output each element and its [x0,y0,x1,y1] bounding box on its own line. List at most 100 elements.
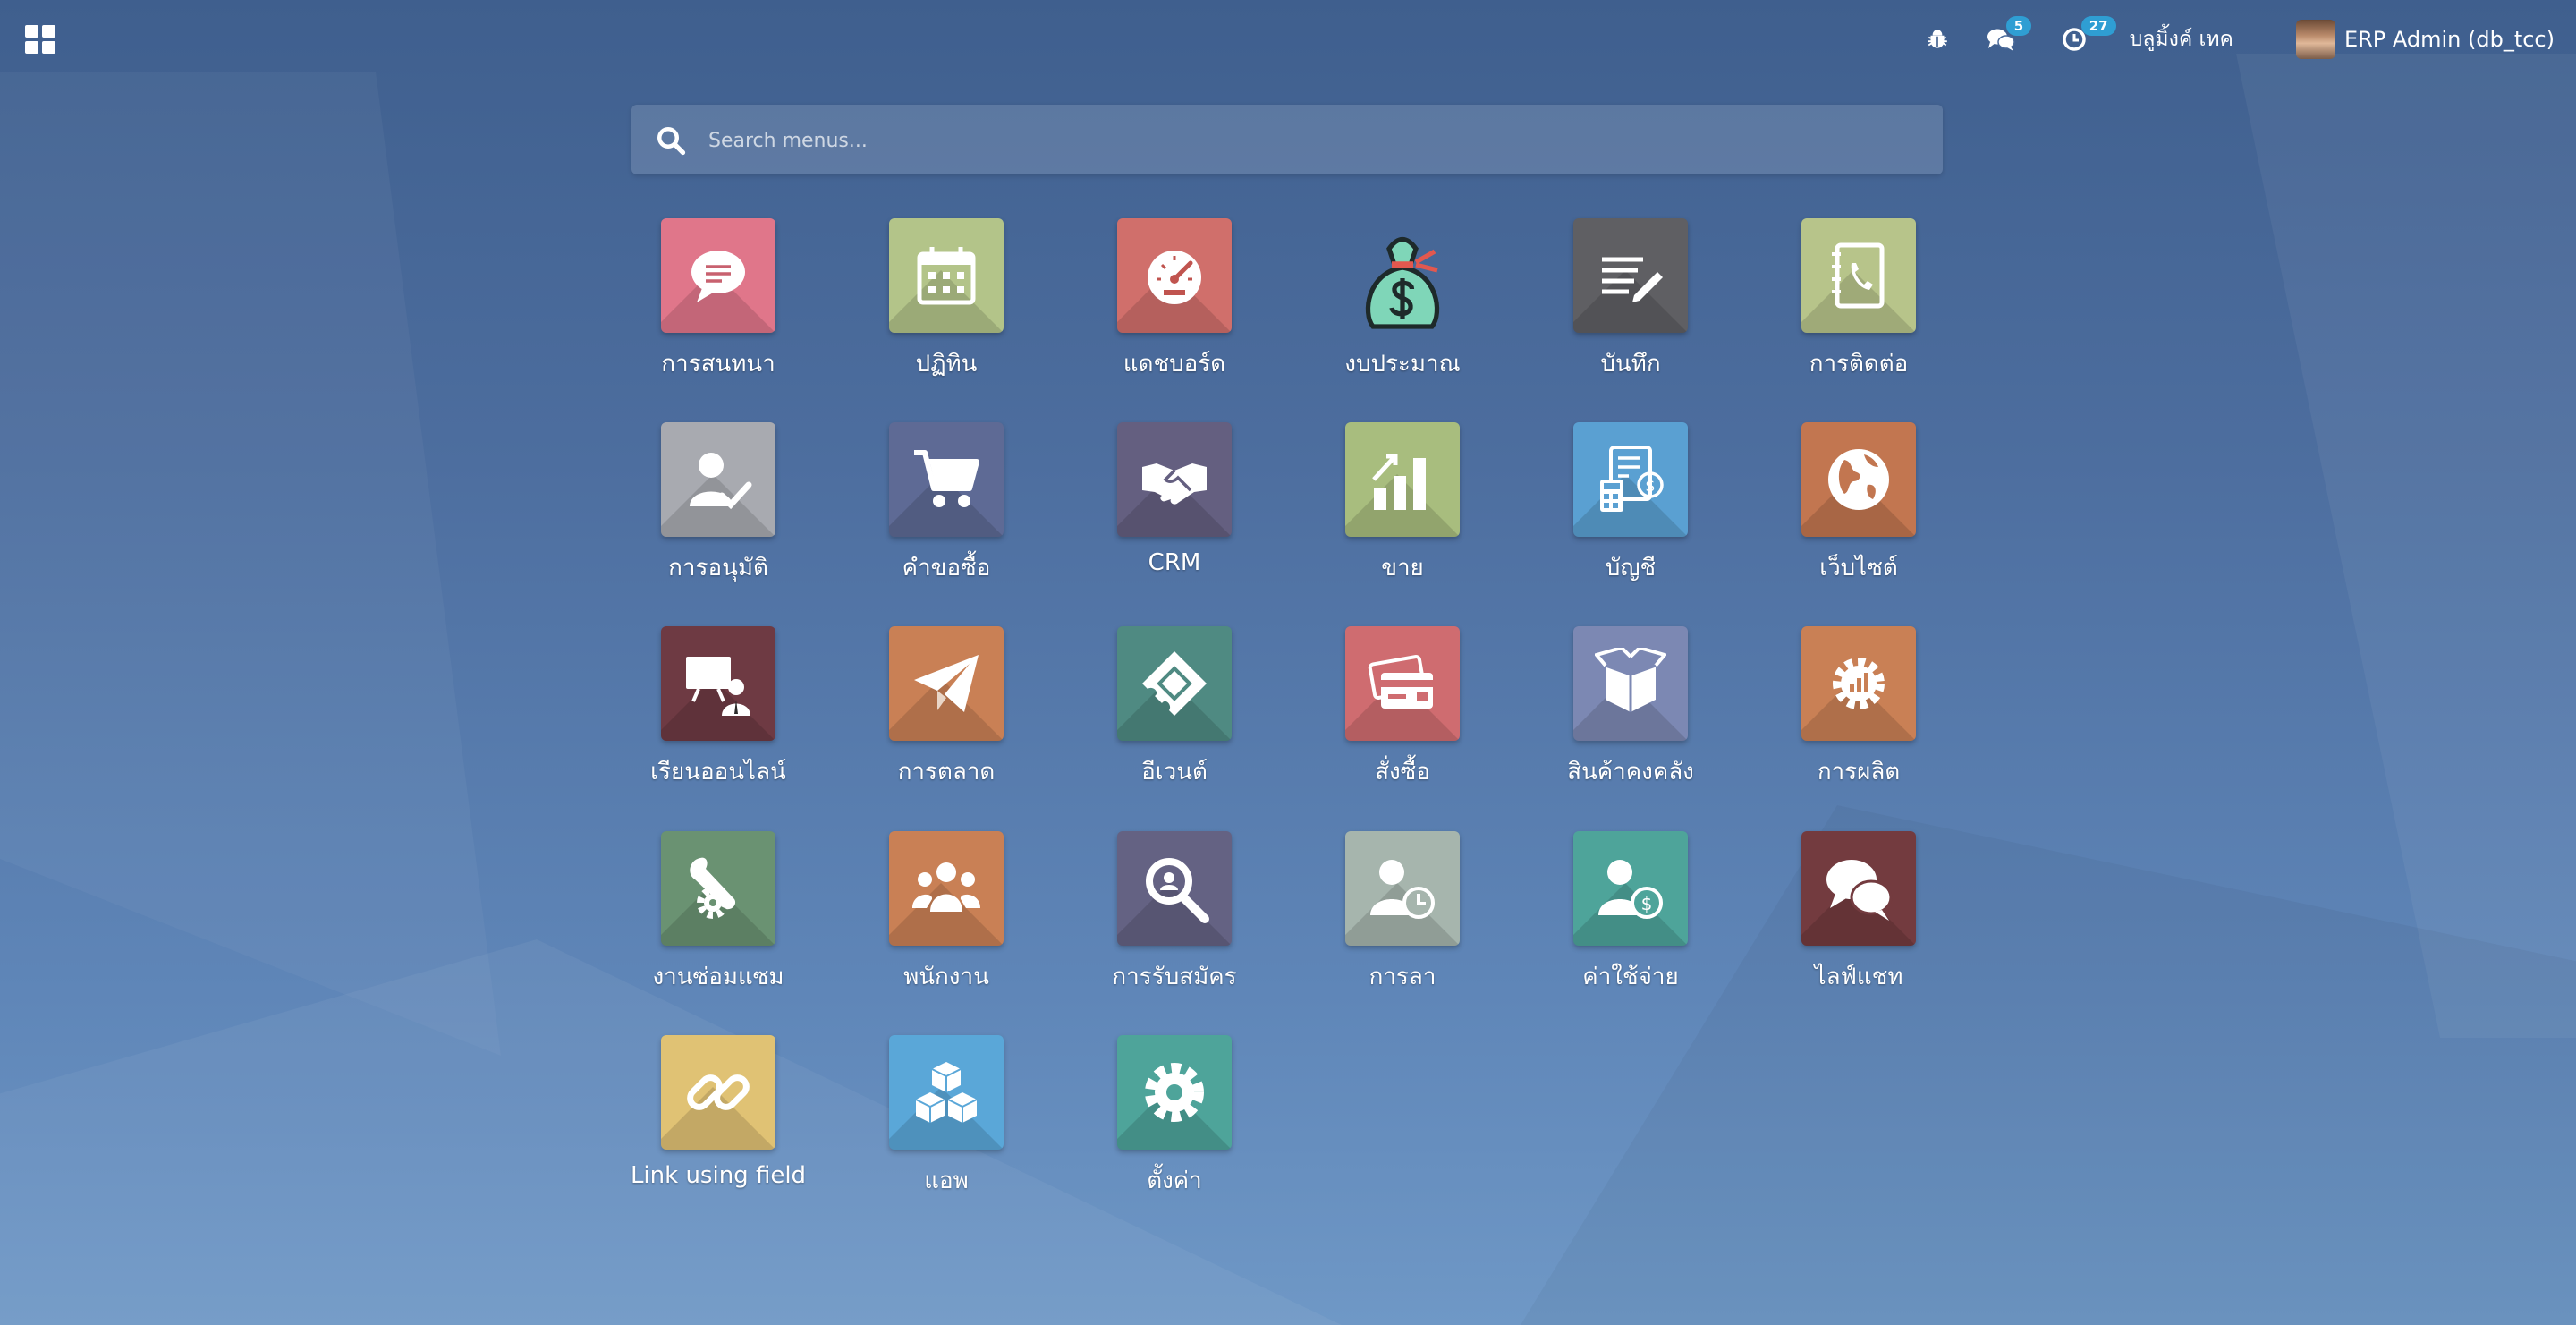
app-gear-chart[interactable]: การผลิต [1769,623,1948,811]
app-chat-bubble[interactable]: การสนทนา [629,215,808,403]
chat-bubble-icon [661,218,775,333]
link-icon [661,1035,775,1150]
money-bag-icon [1345,218,1460,333]
team-icon [889,831,1004,946]
app-gauge[interactable]: แดชบอร์ด [1085,215,1264,403]
wrench-gear-icon [661,831,775,946]
background-shape [0,72,501,1056]
paper-plane-icon [889,626,1004,741]
app-label: อีเวนต์ [1141,759,1208,786]
app-paper-plane[interactable]: การตลาด [857,623,1036,811]
contact-book-icon [1801,218,1916,333]
app-label: เว็บไซต์ [1819,555,1898,582]
app-credit-card[interactable]: สั่งซื้อ [1313,623,1492,811]
messages-count-badge: 5 [2005,16,2032,36]
search-icon [657,127,686,156]
gauge-icon [1117,218,1232,333]
magnifier-icon [1117,831,1232,946]
app-label: ไลฟ์แชท [1814,964,1903,990]
app-sales-chart[interactable]: ขาย [1313,419,1492,607]
app-label: ตั้งค่า [1147,1168,1202,1194]
app-open-box[interactable]: สินค้าคงคลัง [1541,623,1720,811]
top-navbar: 5 27 บลูมิ้งค์ เทค ERP Admin (db_tcc) [0,0,2576,79]
ticket-icon [1117,626,1232,741]
app-money-bag[interactable]: งบประมาณ [1313,215,1492,403]
app-user-clock[interactable]: การลา [1313,828,1492,1015]
open-box-icon [1573,626,1688,741]
sales-chart-icon [1345,422,1460,537]
company-switcher[interactable]: บลูมิ้งค์ เทค [2130,23,2233,55]
app-menu-grid-icon[interactable] [25,25,55,54]
app-team[interactable]: พนักงาน [857,828,1036,1015]
svg-text:$: $ [1645,477,1655,496]
app-label: การผลิต [1817,759,1901,786]
app-label: Link using field [630,1162,807,1189]
app-magnifier[interactable]: การรับสมัคร [1085,828,1264,1015]
app-user-dollar[interactable]: $ ค่าใช้จ่าย [1541,828,1720,1015]
app-label: แดชบอร์ด [1123,351,1226,378]
app-user-check[interactable]: การอนุมัติ [629,419,808,607]
globe-icon [1801,422,1916,537]
app-label: บันทึก [1600,351,1661,378]
app-cart[interactable]: คำขอซื้อ [857,419,1036,607]
messages-menu[interactable]: 5 [1987,16,2032,52]
app-label: คำขอซื้อ [902,555,991,582]
chat-bubbles-icon [1801,831,1916,946]
app-calendar[interactable]: ปฏิทิน [857,215,1036,403]
app-label: การอนุมัติ [668,555,768,582]
user-name: ERP Admin (db_tcc) [2343,27,2555,52]
user-clock-icon [1345,831,1460,946]
app-label: ขาย [1381,555,1424,582]
credit-card-icon [1345,626,1460,741]
activities-count-badge: 27 [2080,16,2116,36]
app-label: สินค้าคงคลัง [1567,759,1694,786]
app-label: ปฏิทิน [915,351,978,378]
app-label: เรียนออนไลน์ [650,759,786,786]
gear-chart-icon [1801,626,1916,741]
app-label: พนักงาน [903,964,989,990]
app-label: งบประมาณ [1344,351,1461,378]
user-dollar-icon: $ [1573,831,1688,946]
app-presentation[interactable]: เรียนออนไลน์ [629,623,808,811]
app-label: บัญชี [1605,555,1657,582]
calendar-icon [889,218,1004,333]
search-bar [631,105,1943,176]
avatar [2295,20,2335,59]
app-wrench-gear[interactable]: งานซ่อมแซม [629,828,808,1015]
app-handshake[interactable]: CRM [1085,419,1264,607]
app-link[interactable]: Link using field [629,1032,808,1219]
app-label: การติดต่อ [1809,351,1909,378]
app-note-pencil[interactable]: บันทึก [1541,215,1720,403]
user-menu[interactable]: ERP Admin (db_tcc) [2295,20,2555,59]
app-gear[interactable]: ตั้งค่า [1085,1032,1264,1219]
app-label: การลา [1368,964,1436,990]
cubes-icon [889,1035,1004,1150]
search-input[interactable] [707,105,1927,176]
invoice-calculator-icon: $ [1573,422,1688,537]
activities-menu[interactable]: 27 [2062,16,2116,52]
app-label: การสนทนา [661,351,775,378]
app-invoice-calculator[interactable]: $ บัญชี [1541,419,1720,607]
app-label: การรับสมัคร [1112,964,1237,990]
svg-text:$: $ [1641,893,1653,914]
handshake-icon [1117,422,1232,537]
app-label: งานซ่อมแซม [652,964,784,990]
app-chat-bubbles[interactable]: ไลฟ์แชท [1769,828,1948,1015]
note-pencil-icon [1573,218,1688,333]
gear-icon [1117,1035,1232,1150]
app-contact-book[interactable]: การติดต่อ [1769,215,1948,403]
app-label: ค่าใช้จ่าย [1582,964,1679,990]
cart-icon [889,422,1004,537]
app-label: สั่งซื้อ [1375,759,1430,786]
app-globe[interactable]: เว็บไซต์ [1769,419,1948,607]
user-check-icon [661,422,775,537]
background-shape [2236,54,2576,1038]
app-label: CRM [1148,549,1201,576]
app-label: การตลาด [897,759,996,786]
app-label: แอพ [924,1168,969,1194]
presentation-icon [661,626,775,741]
systray: 5 27 บลูมิ้งค์ เทค ERP Admin (db_tcc) [1926,0,2555,79]
app-cubes[interactable]: แอพ [857,1032,1036,1219]
debug-bug-icon[interactable] [1926,28,1949,51]
app-ticket[interactable]: อีเวนต์ [1085,623,1264,811]
